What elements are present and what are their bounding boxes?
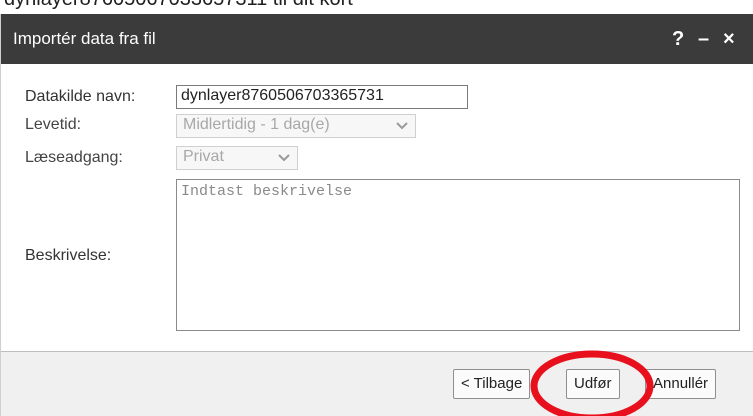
help-button[interactable]: ? bbox=[672, 25, 684, 53]
datasource-name-input[interactable]: dynlayer8760506703365731 bbox=[176, 85, 468, 109]
back-button[interactable]: < Tilbage bbox=[453, 369, 531, 399]
chevron-down-icon bbox=[396, 122, 408, 130]
background-page-text: dynlayer87605067033657311 til dit kort bbox=[4, 0, 353, 11]
access-label: Læseadgang: bbox=[25, 149, 123, 166]
lifetime-select-value: Midlertidig - 1 dag(e) bbox=[183, 116, 330, 133]
chevron-down-icon bbox=[278, 154, 290, 162]
minimize-button[interactable]: – bbox=[698, 25, 709, 53]
import-dialog: Importér data fra fil ? – × Datakilde na… bbox=[0, 14, 753, 416]
description-textarea[interactable]: Indtast beskrivelse bbox=[176, 179, 740, 331]
dialog-title: Importér data fra fil bbox=[13, 29, 156, 48]
description-placeholder: Indtast beskrivelse bbox=[181, 183, 353, 200]
cancel-button[interactable]: Annullér bbox=[645, 369, 717, 399]
datasource-label: Datakilde navn: bbox=[25, 88, 136, 105]
access-select-value: Privat bbox=[183, 148, 224, 165]
run-button[interactable]: Udfør bbox=[566, 369, 620, 399]
lifetime-label: Levetid: bbox=[25, 116, 82, 133]
lifetime-select: Midlertidig - 1 dag(e) bbox=[176, 114, 416, 138]
access-select: Privat bbox=[176, 146, 298, 170]
description-label: Beskrivelse: bbox=[25, 247, 112, 264]
close-button[interactable]: × bbox=[723, 25, 735, 53]
dialog-footer: < Tilbage Udfør Annullér bbox=[1, 352, 753, 416]
dialog-titlebar[interactable]: Importér data fra fil ? – × bbox=[1, 14, 753, 64]
dialog-body: Datakilde navn: dynlayer8760506703365731… bbox=[1, 64, 753, 352]
